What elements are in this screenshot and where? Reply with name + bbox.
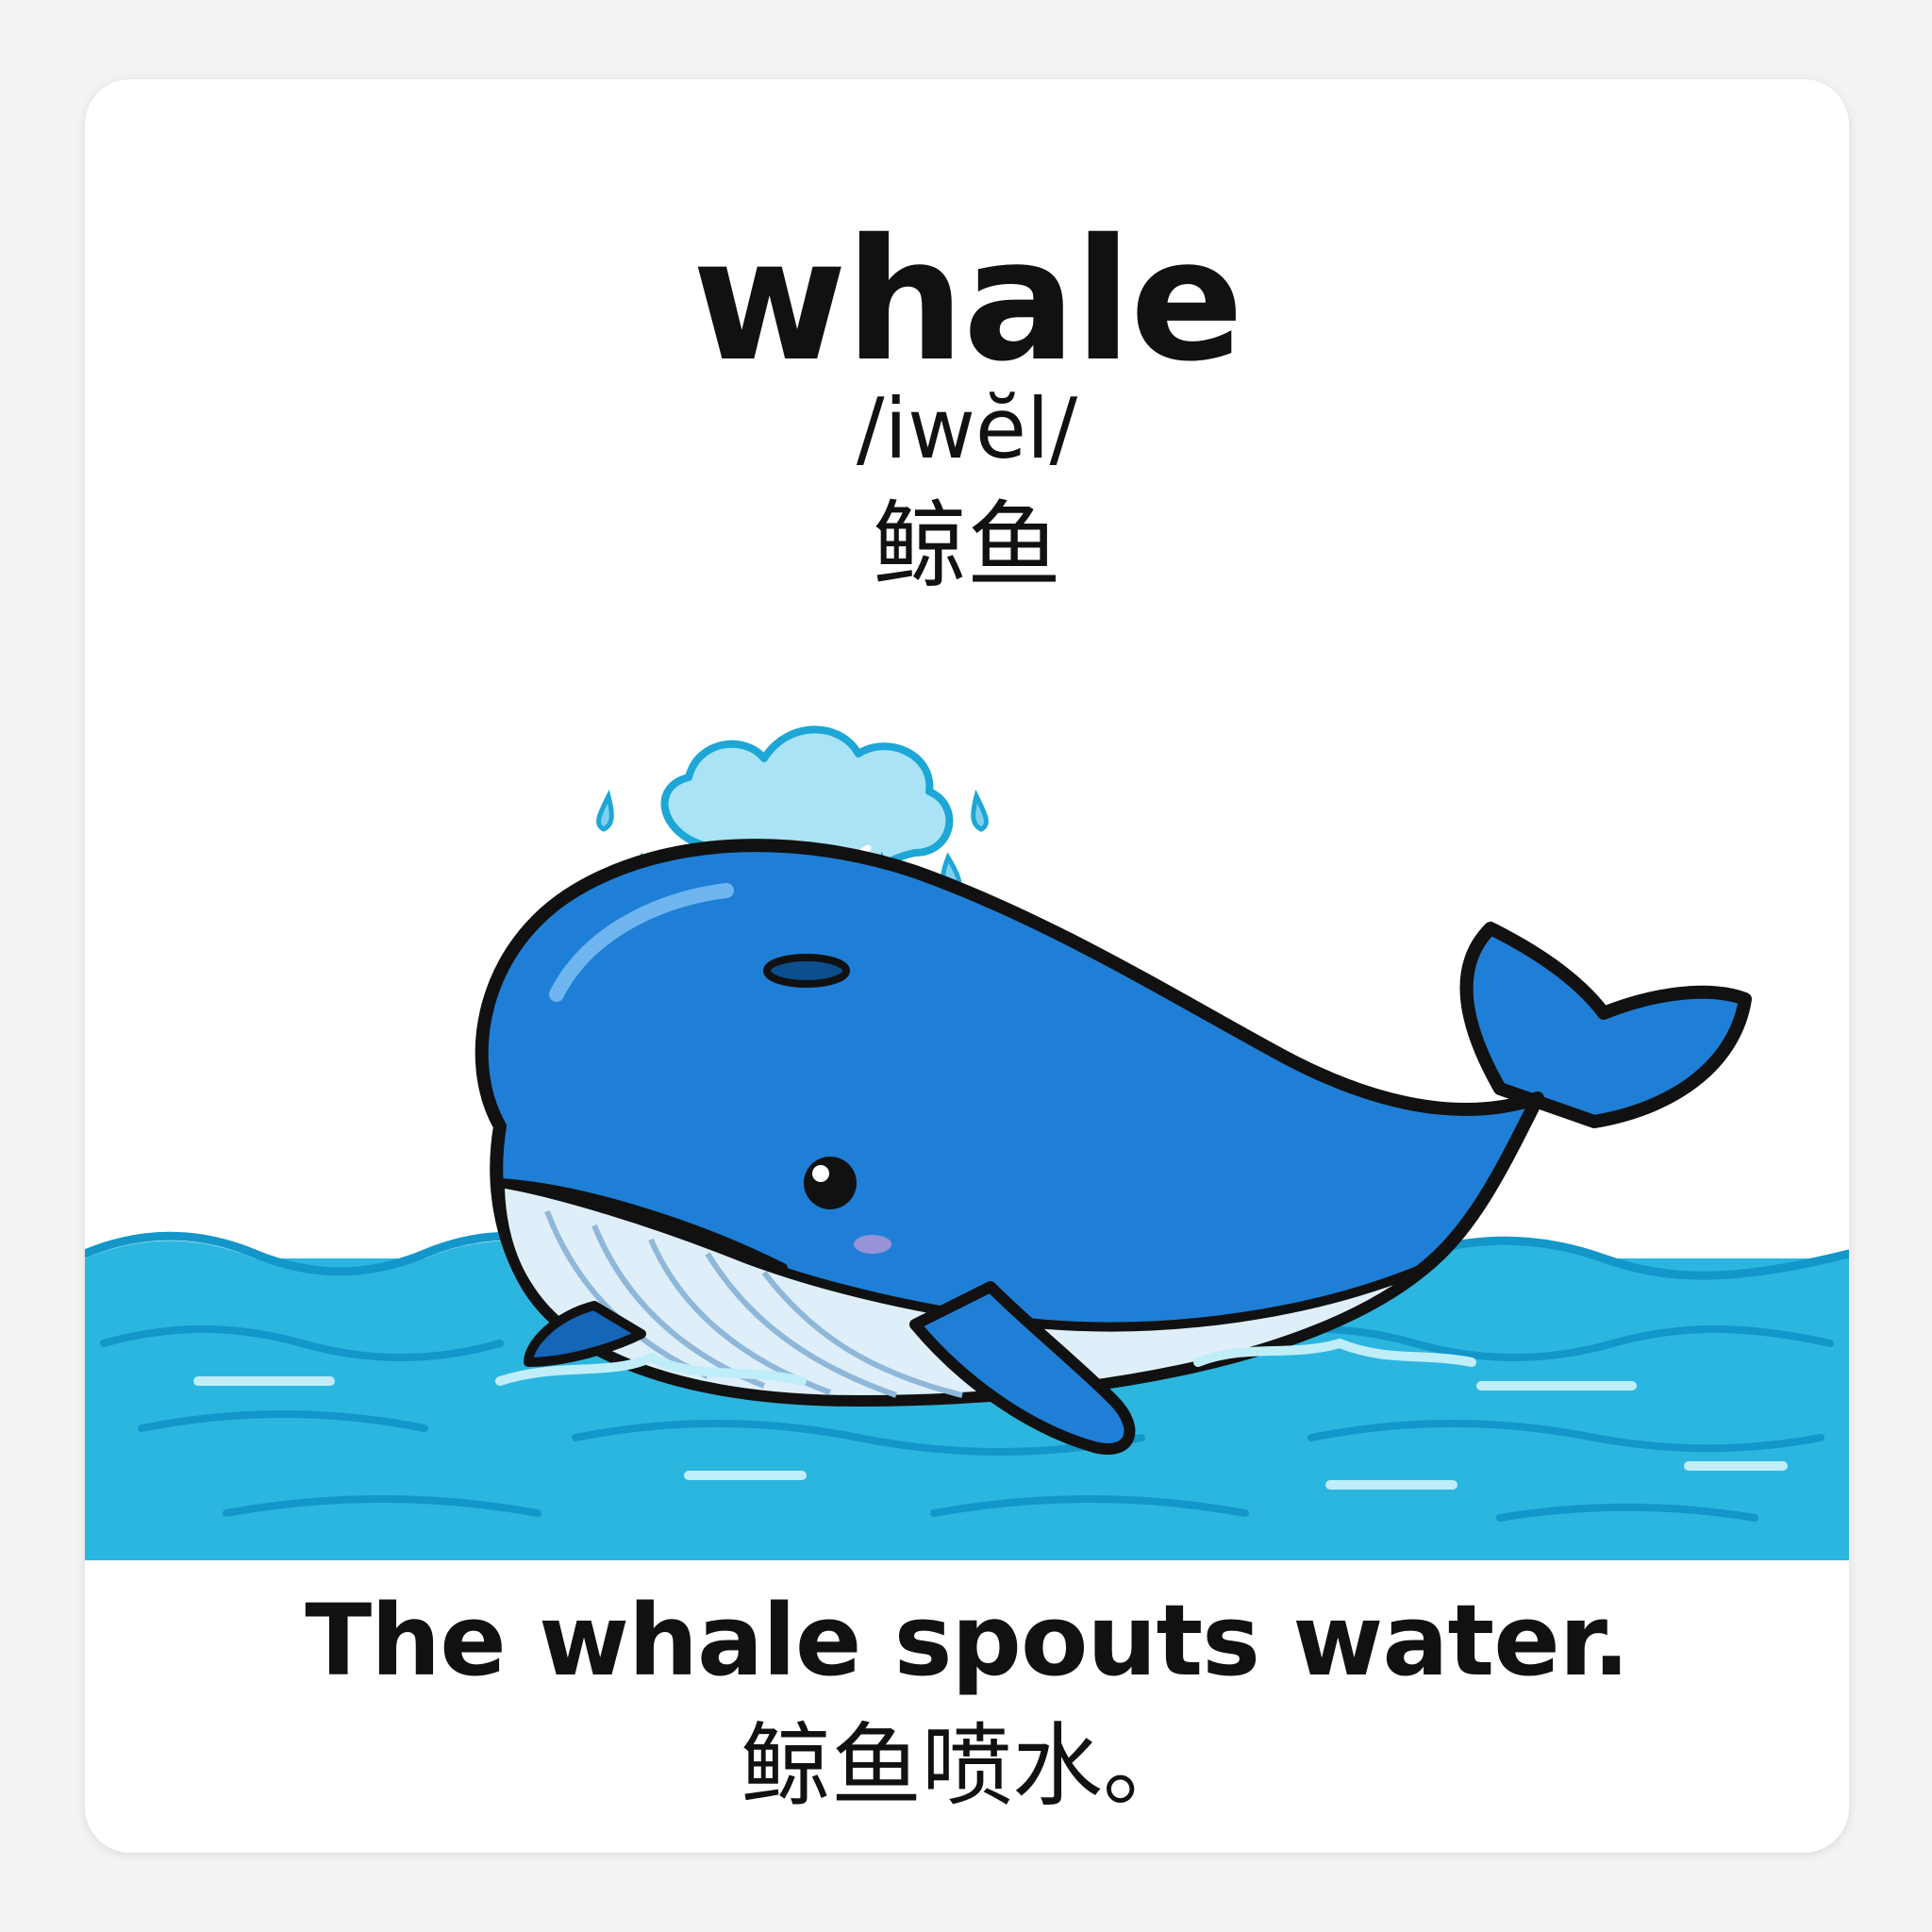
example-sentence: The whale spouts water. bbox=[305, 1583, 1630, 1698]
sentence-translation: 鲸鱼喷水。 bbox=[741, 1713, 1193, 1819]
whale-illustration bbox=[85, 725, 1849, 1560]
flashcard: whale /iwĕl/ 鲸鱼 The whale spouts water. … bbox=[85, 79, 1849, 1853]
word-translation: 鲸鱼 bbox=[873, 491, 1061, 601]
phonetic-spelling: /iwĕl/ bbox=[856, 380, 1078, 477]
vocab-word: whale bbox=[691, 203, 1243, 398]
